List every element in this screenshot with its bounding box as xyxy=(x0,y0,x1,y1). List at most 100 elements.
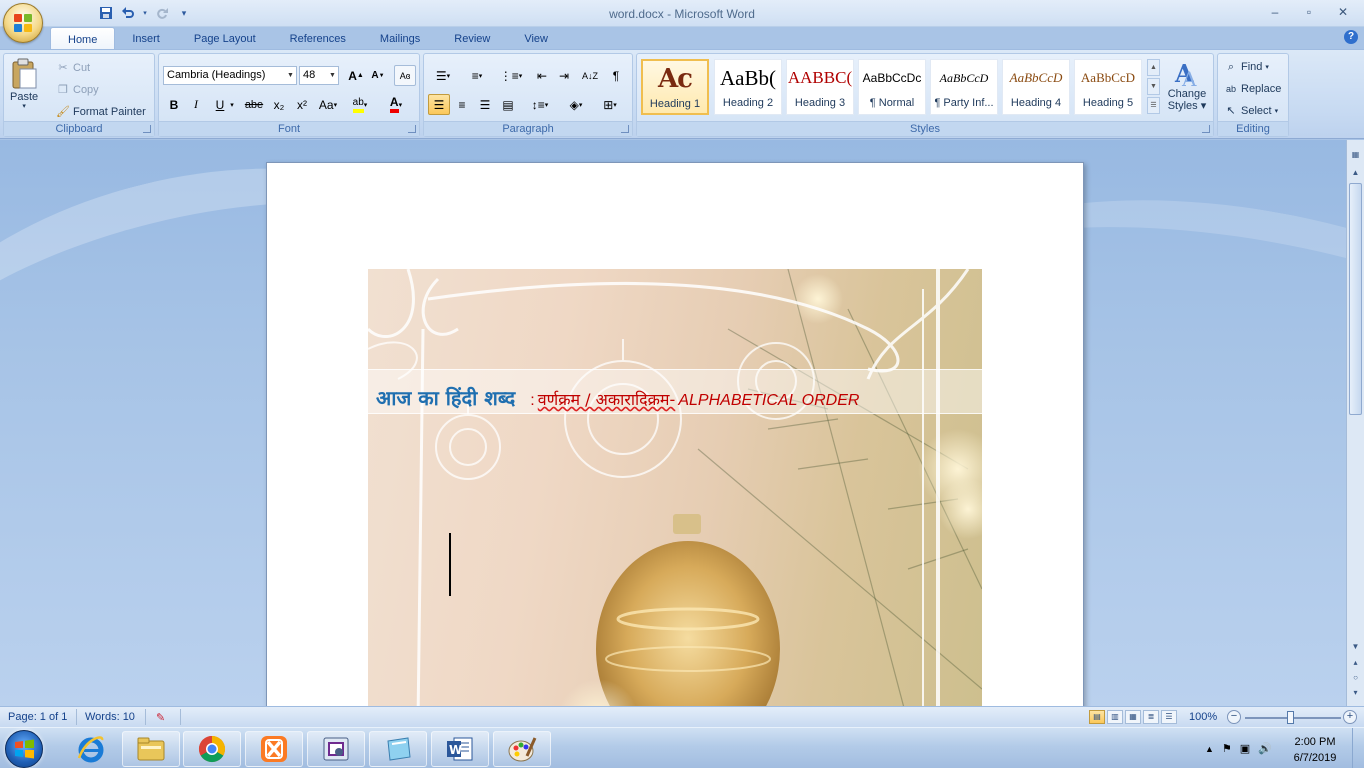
gallery-more-icon[interactable]: ☰ xyxy=(1147,97,1160,114)
align-left-button[interactable]: ☰ xyxy=(428,94,450,115)
gallery-scroll-up-icon[interactable]: ▲ xyxy=(1147,59,1160,76)
tab-insert[interactable]: Insert xyxy=(115,27,177,50)
notes-app-icon[interactable] xyxy=(369,731,427,767)
tab-references[interactable]: References xyxy=(273,27,363,50)
print-layout-icon[interactable]: ▤ xyxy=(1089,710,1105,724)
style-heading-1[interactable]: Ac Heading 1 xyxy=(641,59,709,115)
gallery-scroll-down-icon[interactable]: ▼ xyxy=(1147,78,1160,95)
show-hidden-icons-icon[interactable]: ▲ xyxy=(1205,744,1214,754)
show-desktop-button[interactable] xyxy=(1352,728,1364,768)
font-dialog-launcher[interactable] xyxy=(408,125,416,133)
microsoft-word-icon[interactable]: W xyxy=(431,731,489,767)
chevron-down-icon[interactable]: ▼ xyxy=(285,67,296,84)
scroll-down-icon[interactable]: ▼ xyxy=(1348,640,1363,654)
action-center-flag-icon[interactable]: ⚑ xyxy=(1222,742,1232,755)
align-right-button[interactable]: ☰ xyxy=(474,94,496,115)
style-party-info[interactable]: AaBbCcD ¶ Party Inf... xyxy=(930,59,998,115)
tab-mailings[interactable]: Mailings xyxy=(363,27,437,50)
tab-page-layout[interactable]: Page Layout xyxy=(177,27,273,50)
internet-explorer-icon[interactable] xyxy=(62,731,120,767)
scroll-up-icon[interactable]: ▲ xyxy=(1348,166,1363,180)
styles-dialog-launcher[interactable] xyxy=(1202,125,1210,133)
sort-button[interactable]: A↓Z xyxy=(579,65,601,86)
align-center-button[interactable]: ≡ xyxy=(451,94,473,115)
page-count[interactable]: Page: 1 of 1 xyxy=(8,711,67,723)
paint-icon[interactable] xyxy=(493,731,551,767)
style-normal[interactable]: AaBbCcDc ¶ Normal xyxy=(858,59,926,115)
multilevel-list-button[interactable]: ⋮≡ ▾ xyxy=(496,65,526,86)
font-size-combo[interactable]: 48 ▼ xyxy=(299,66,339,85)
next-page-icon[interactable]: ▾ xyxy=(1348,686,1363,700)
scroll-thumb[interactable] xyxy=(1349,183,1362,415)
zoom-slider-thumb[interactable] xyxy=(1287,711,1294,724)
clipboard-dialog-launcher[interactable] xyxy=(143,125,151,133)
zoom-in-icon[interactable]: + xyxy=(1343,710,1357,724)
outline-view-icon[interactable]: ≣ xyxy=(1143,710,1159,724)
word-count[interactable]: Words: 10 xyxy=(85,711,135,723)
font-color-button[interactable]: A ▾ xyxy=(385,94,407,115)
copy-button[interactable]: ❐ Copy xyxy=(56,80,99,100)
style-heading-3[interactable]: AABBC( Heading 3 xyxy=(786,59,854,115)
paste-button[interactable]: Paste ▾ xyxy=(10,58,38,114)
office-button[interactable] xyxy=(3,3,43,43)
font-name-combo[interactable]: Cambria (Headings) ▼ xyxy=(163,66,297,85)
style-heading-4[interactable]: AaBbCcD Heading 4 xyxy=(1002,59,1070,115)
draft-view-icon[interactable]: ☰ xyxy=(1161,710,1177,724)
format-painter-button[interactable]: 🖌 Format Painter xyxy=(56,102,146,122)
zoom-level[interactable]: 100% xyxy=(1189,711,1217,723)
bold-button[interactable]: B xyxy=(163,94,185,115)
volume-icon[interactable]: 🔊 xyxy=(1258,742,1272,755)
maximize-button[interactable]: ▫ xyxy=(1292,2,1326,22)
change-case-button[interactable]: Aa ▾ xyxy=(317,94,339,115)
decrease-indent-button[interactable]: ⇤ xyxy=(531,65,553,86)
numbering-button[interactable]: ≡ ▾ xyxy=(462,65,492,86)
document-page[interactable]: आज का हिंदी शब्द : वर्णक्रम / अकारादिक्र… xyxy=(266,162,1084,706)
minimize-button[interactable]: – xyxy=(1258,2,1292,22)
system-clock[interactable]: 2:00 PM 6/7/2019 xyxy=(1282,734,1348,766)
close-button[interactable]: ✕ xyxy=(1326,2,1360,22)
network-icon[interactable]: ▣ xyxy=(1240,742,1250,755)
tab-home[interactable]: Home xyxy=(50,27,116,50)
increase-indent-button[interactable]: ⇥ xyxy=(553,65,575,86)
zoom-out-icon[interactable]: − xyxy=(1227,710,1241,724)
grow-font-button[interactable]: A ▲ xyxy=(345,65,367,86)
subscript-button[interactable]: x₂ xyxy=(268,94,290,115)
select-browse-object-icon[interactable]: ○ xyxy=(1348,671,1363,685)
line-spacing-button[interactable]: ↕≡ ▾ xyxy=(526,94,554,115)
tab-view[interactable]: View xyxy=(507,27,565,50)
cut-button[interactable]: ✂ Cut xyxy=(56,58,90,78)
shading-button[interactable]: ◈ ▾ xyxy=(562,94,590,115)
clear-formatting-button[interactable]: Aɞ xyxy=(394,65,416,86)
full-screen-reading-icon[interactable]: ▥ xyxy=(1107,710,1123,724)
proofing-icon[interactable]: ✎ xyxy=(156,711,165,724)
previous-page-icon[interactable]: ▴ xyxy=(1348,656,1363,670)
style-heading-2[interactable]: AaBb( Heading 2 xyxy=(714,59,782,115)
highlight-button[interactable]: ab ▾ xyxy=(349,94,371,115)
paragraph-dialog-launcher[interactable] xyxy=(621,125,629,133)
start-button[interactable] xyxy=(5,730,43,768)
web-layout-icon[interactable]: ▦ xyxy=(1125,710,1141,724)
tab-review[interactable]: Review xyxy=(437,27,507,50)
heading-line[interactable]: आज का हिंदी शब्द : वर्णक्रम / अकारादिक्र… xyxy=(376,384,859,411)
vertical-scrollbar[interactable]: ▦ ▲ ▼ ▴ ○ ▾ xyxy=(1346,140,1364,706)
paste-dropdown-icon[interactable]: ▾ xyxy=(22,103,26,110)
justify-button[interactable]: ▤ xyxy=(497,94,519,115)
help-icon[interactable]: ? xyxy=(1344,30,1358,44)
xampp-icon[interactable] xyxy=(245,731,303,767)
bullets-button[interactable]: ☰ ▾ xyxy=(428,65,458,86)
strikethrough-button[interactable]: abe xyxy=(243,94,265,115)
borders-button[interactable]: ⊞ ▾ xyxy=(596,94,624,115)
chevron-down-icon[interactable]: ▼ xyxy=(327,67,338,84)
show-formatting-button[interactable]: ¶ xyxy=(605,65,627,86)
ruler-toggle-icon[interactable]: ▦ xyxy=(1348,148,1363,162)
italic-button[interactable]: I xyxy=(185,94,207,115)
shrink-font-button[interactable]: A ▼ xyxy=(367,65,389,86)
change-styles-button[interactable]: AA Change Styles ▾ xyxy=(1164,58,1210,120)
file-explorer-icon[interactable] xyxy=(122,731,180,767)
media-app-icon[interactable] xyxy=(307,731,365,767)
superscript-button[interactable]: x² xyxy=(291,94,313,115)
select-button[interactable]: ↖ Select ▾ xyxy=(1224,101,1278,121)
underline-dropdown-icon[interactable]: ▾ xyxy=(227,94,237,115)
style-heading-5[interactable]: AaBbCcD Heading 5 xyxy=(1074,59,1142,115)
find-button[interactable]: ⌕ Find ▾ xyxy=(1224,57,1269,77)
